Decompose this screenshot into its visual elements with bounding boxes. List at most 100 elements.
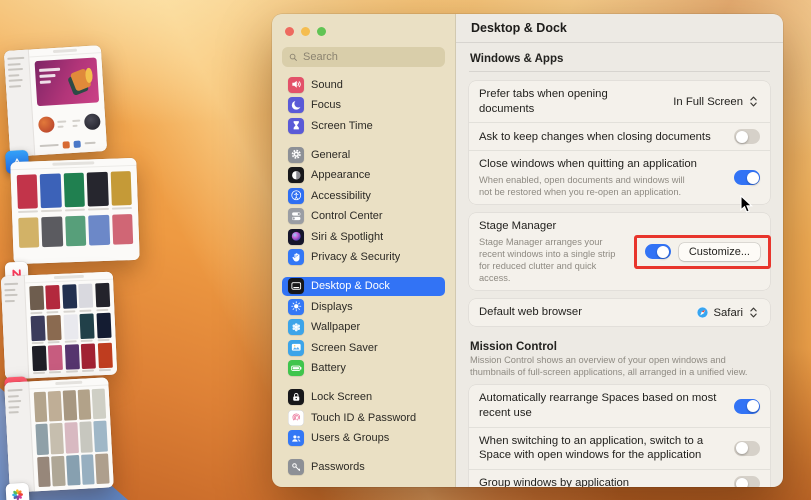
thumbnail-cell [94,421,108,452]
sidebar-item-label: Screen Time [311,120,373,132]
thumbnail-cell [92,389,106,420]
sidebar-item-sound[interactable]: Sound [282,75,445,94]
customize-button[interactable]: Customize... [679,243,760,261]
settings-sidebar: Search Sound Focus Screen Time General Appea… [272,14,456,487]
thumbnail-cell [50,423,64,454]
toggle-knob [736,131,748,143]
page-title: Desktop & Dock [471,21,567,35]
search-icon [288,52,299,63]
sidebar-item-users-groups[interactable]: Users & Groups [282,429,445,448]
music-window-thumbnail [1,272,117,380]
thumbnail-cell [66,455,80,486]
poster-tile [88,215,109,246]
default-web-browser-select[interactable]: Safari [696,305,760,320]
sidebar-item-label: Appearance [311,169,370,181]
thumbnail-cell [47,315,62,343]
thumbnail-cell [64,422,78,453]
poster-tile [87,172,109,207]
row-control [734,129,760,144]
stage-manager-toggle[interactable] [645,244,671,259]
card-stage-manager: Stage ManagerStage Manager arranges your… [469,213,770,290]
sidebar-item-label: Passwords [311,461,365,473]
sidebar-group: Desktop & DockDisplays WallpaperScreen Sa… [282,277,445,378]
settings-row-default-web-browser: Default web browser Safari [469,299,770,326]
pane-content: Windows & Apps Prefer tabs when opening … [456,43,783,487]
group-windows-by-application-toggle[interactable] [734,476,760,487]
wallpaper-icon [288,319,304,335]
sidebar-item-privacy-security[interactable]: Privacy & Security [282,248,445,267]
section-header-windows-apps: Windows & Apps [469,50,770,72]
stage-window-music[interactable] [1,272,117,380]
sidebar-item-label: Privacy & Security [311,251,400,263]
when-switching-to-an-application-switch-to-a-space-with-open-windows-for-the-application-toggle[interactable] [734,441,760,456]
stage-window-app-store[interactable] [4,45,107,157]
stage-window-photos[interactable] [4,377,114,492]
sidebar-item-appearance[interactable]: Appearance [282,166,445,185]
search-placeholder: Search [303,51,338,63]
thumbnail-cell [30,316,45,344]
thumbnail-cell [32,346,47,374]
sidebar-item-touch-id-password[interactable]: Touch ID & Password [282,408,445,427]
row-control [734,170,760,185]
poster-tile [42,216,63,247]
sidebar-item-general[interactable]: General [282,145,445,164]
app-store-card [38,109,68,140]
row-label: Group windows by application [479,476,629,487]
row-text: Prefer tabs when opening documents [479,87,663,116]
poster-tile [17,174,39,209]
row-text: Ask to keep changes when closing documen… [479,130,711,145]
sidebar-item-displays[interactable]: Displays [282,297,445,316]
card-windows-apps: Prefer tabs when opening documents In Ful… [469,81,770,204]
row-text: Group windows by application [479,476,629,487]
sidebar-item-desktop-dock[interactable]: Desktop & Dock [282,277,445,296]
sidebar-item-battery[interactable]: Battery [282,359,445,378]
app-store-window-thumbnail [4,45,107,157]
sidebar-item-label: Battery [311,362,346,374]
sidebar-item-siri-spotlight[interactable]: Siri & Spotlight [282,227,445,246]
pane-header: Desktop & Dock [456,14,783,43]
sidebar-group: Passwords [282,458,445,477]
privacy-icon [288,249,304,265]
photos-icon[interactable] [5,483,29,500]
poster-tile [65,216,86,247]
thumbnail-cell [96,313,111,341]
sidebar-item-focus[interactable]: Focus [282,96,445,115]
thumbnail-cell [63,390,77,421]
sidebar-item-lock-screen[interactable]: Lock Screen [282,388,445,407]
row-label: Stage Manager [479,219,624,234]
row-control: In Full Screen [673,94,760,109]
sidebar-group: General Appearance Accessibility Control Ce… [282,145,445,267]
row-label: Default web browser [479,305,582,320]
sidebar-item-wallpaper[interactable]: Wallpaper [282,318,445,337]
sidebar-item-screen-time[interactable]: Screen Time [282,116,445,135]
row-control [734,441,760,456]
sidebar-list: Sound Focus Screen Time General Appearance Ac… [272,70,455,487]
poster-tile [18,217,39,248]
thumbnail-cell [62,284,77,312]
row-label: When switching to an application, switch… [479,434,724,463]
accessibility-icon [288,188,304,204]
ask-to-keep-changes-when-closing-documents-toggle[interactable] [734,129,760,144]
automatically-rearrange-spaces-based-on-most-recent-use-toggle[interactable] [734,399,760,414]
sidebar-item-control-center[interactable]: Control Center [282,207,445,226]
sidebar-item-screen-saver[interactable]: Screen Saver [282,338,445,357]
close-button[interactable] [285,27,294,36]
search-input[interactable]: Search [282,47,445,67]
thumbnail-cell [37,456,51,487]
row-text: Automatically rearrange Spaces based on … [479,391,724,420]
sidebar-item-label: Lock Screen [311,391,372,403]
sidebar-group: Sound Focus Screen Time [282,75,445,135]
sidebar-item-label: Sound [311,79,343,91]
highlight-annotation-box: Customize... [634,235,771,269]
sidebar-item-accessibility[interactable]: Accessibility [282,186,445,205]
stage-window-news[interactable] [10,158,139,264]
prefer-tabs-when-opening-documents-select[interactable]: In Full Screen [673,94,760,109]
zoom-button[interactable] [317,27,326,36]
settings-row-stage-manager: Stage ManagerStage Manager arranges your… [469,213,770,290]
minimize-button[interactable] [301,27,310,36]
close-windows-when-quitting-an-application-toggle[interactable] [734,170,760,185]
thumbnail-cell [95,283,110,311]
sidebar-item-label: Touch ID & Password [311,412,416,424]
thumbnail-cell [81,344,96,372]
sidebar-item-passwords[interactable]: Passwords [282,458,445,477]
